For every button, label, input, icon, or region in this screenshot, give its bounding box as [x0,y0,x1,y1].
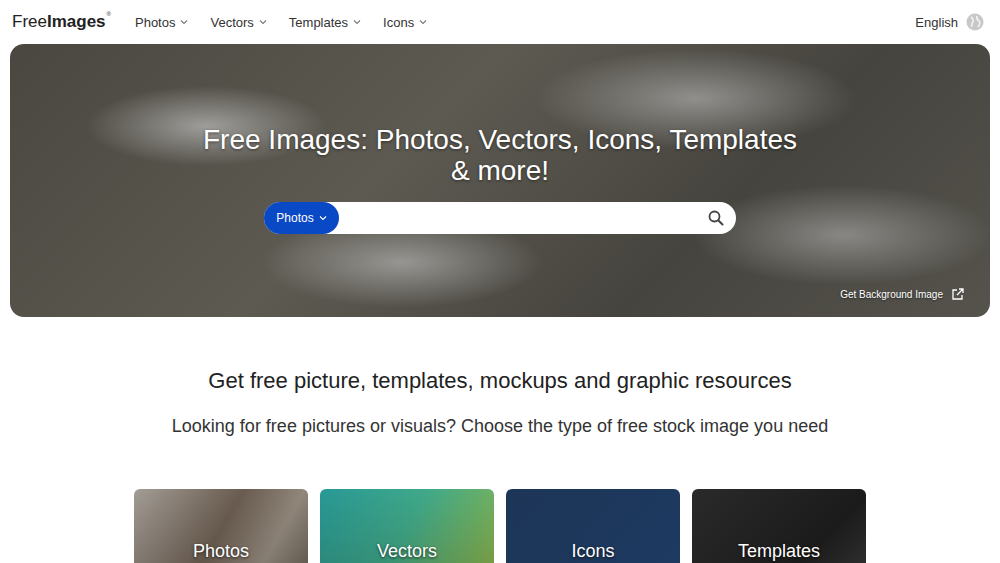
hero-banner: Free Images: Photos, Vectors, Icons, Tem… [10,44,990,317]
intro-section: Get free picture, templates, mockups and… [0,368,1000,437]
chevron-down-icon [353,18,361,26]
section-heading: Get free picture, templates, mockups and… [0,368,1000,394]
external-link-icon [951,288,964,301]
logo[interactable]: FreeImages® [12,12,111,32]
chevron-down-icon [259,18,267,26]
section-subheading: Looking for free pictures or visuals? Ch… [0,415,1000,437]
category-card[interactable]: Icons [506,489,680,563]
nav-item[interactable]: Photos [135,15,188,30]
nav-item[interactable]: Templates [289,15,361,30]
category-cards: PhotosVectorsIconsTemplates [0,489,1000,563]
globe-icon [966,13,984,31]
language-selector[interactable]: English [915,13,984,31]
search-icon [708,210,724,226]
top-bar: FreeImages® Photos Vectors Templates Icons En… [0,0,1000,44]
nav-item[interactable]: Vectors [210,15,266,30]
background-image-link[interactable]: Get Background Image [840,288,964,301]
search-button[interactable] [696,202,736,234]
category-card[interactable]: Vectors [320,489,494,563]
chevron-down-icon [180,18,188,26]
logo-text: Free [12,12,47,32]
search-category-button[interactable]: Photos [264,202,339,234]
registered-mark: ® [107,11,111,17]
search-bar: Photos [264,202,736,234]
main-nav: Photos Vectors Templates Icons [135,15,427,30]
logo-text: Images [47,12,106,32]
search-input[interactable] [339,203,696,233]
chevron-down-icon [319,214,327,222]
nav-item[interactable]: Icons [383,15,427,30]
chevron-down-icon [419,18,427,26]
category-card[interactable]: Photos [134,489,308,563]
category-card[interactable]: Templates [692,489,866,563]
hero-title: Free Images: Photos, Vectors, Icons, Tem… [190,124,810,186]
